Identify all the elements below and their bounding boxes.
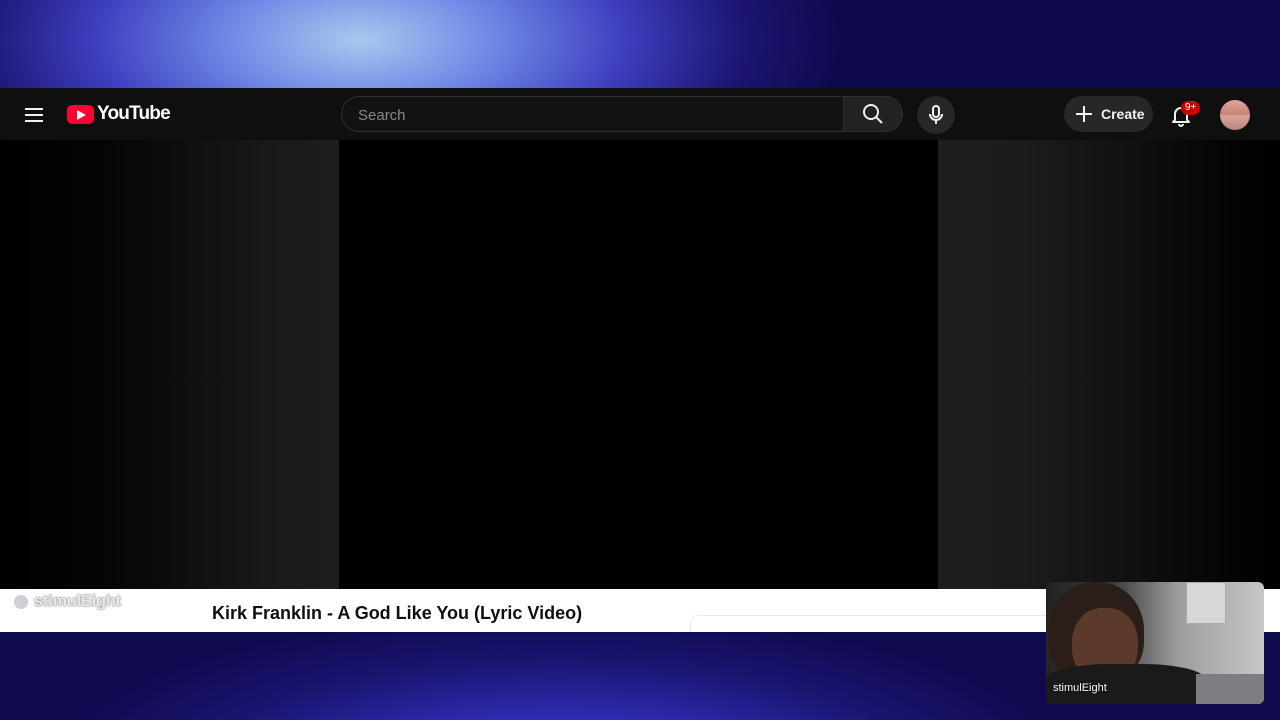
search-box (341, 96, 843, 133)
watermark-text: stimulEight (34, 593, 122, 610)
create-label: Create (1101, 106, 1145, 122)
youtube-play-icon (67, 104, 94, 124)
shield-icon (14, 595, 28, 609)
video-title: Kirk Franklin - A God Like You (Lyric Vi… (212, 603, 583, 623)
avatar[interactable] (1220, 100, 1250, 130)
search-input[interactable] (356, 97, 830, 133)
youtube-logo[interactable]: YouTube (67, 102, 171, 126)
webcam-couch (1196, 674, 1264, 704)
voice-search-button[interactable] (917, 96, 955, 134)
logo-text: YouTube (97, 103, 171, 124)
search-icon (863, 104, 883, 124)
webcam-overlay: stimulEight (1046, 582, 1264, 704)
stream-watermark: stimulEight (14, 593, 121, 611)
backdrop-fade (938, 140, 1280, 589)
menu-icon[interactable] (20, 100, 48, 128)
webcam-name: stimulEight (1053, 682, 1107, 694)
plus-icon (1076, 106, 1092, 122)
youtube-window: YouTube Create (0, 88, 1280, 632)
create-button[interactable]: Create (1064, 96, 1153, 132)
notification-badge: 9+ (1181, 101, 1201, 115)
search-button[interactable] (843, 96, 903, 132)
webcam-door (1186, 582, 1226, 624)
microphone-icon (929, 105, 943, 124)
up-next-card[interactable] (690, 615, 1051, 632)
video-player[interactable] (339, 140, 938, 589)
masthead: YouTube Create (0, 88, 1280, 140)
